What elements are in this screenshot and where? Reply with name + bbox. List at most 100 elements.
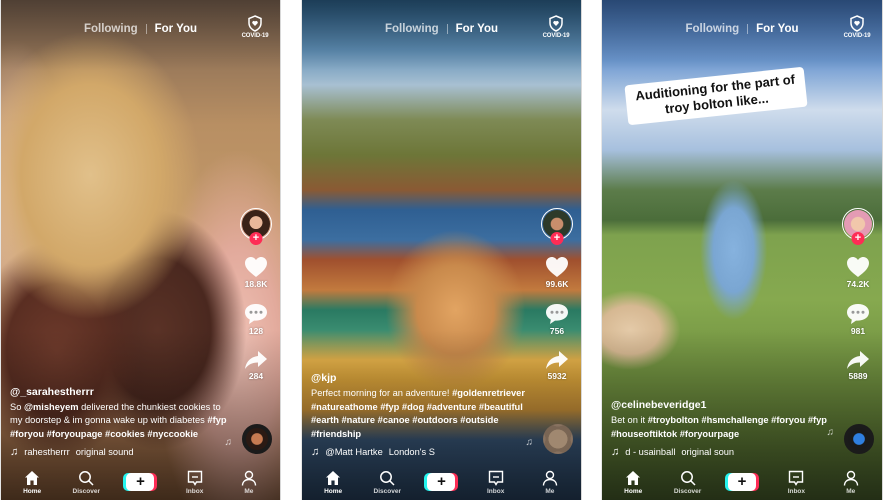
comment-bubble-icon [847, 304, 869, 324]
share-arrow-icon [245, 351, 267, 369]
nav-me[interactable]: Me [831, 470, 871, 495]
phone-screen-2: Following For You COVID-19 + 99.6K 756 5… [301, 0, 582, 500]
tab-following[interactable]: Following [685, 23, 739, 35]
caption-highlight[interactable]: @misheyem [24, 402, 79, 412]
phone-screen-3: Auditioning for the part of troy bolton … [601, 0, 883, 500]
inbox-icon [187, 470, 202, 486]
share-button[interactable]: 5932 [545, 350, 569, 381]
share-count: 5889 [848, 371, 868, 381]
nav-create[interactable]: + [421, 473, 461, 491]
shield-heart-icon [549, 15, 563, 32]
sound-row[interactable]: ♫ @Matt Hartke London's S [311, 446, 531, 458]
like-button[interactable]: 18.8K [244, 256, 268, 289]
covid-button[interactable]: COVID-19 [539, 15, 573, 39]
inbox-icon [488, 470, 503, 486]
comment-bubble-icon [546, 304, 568, 324]
heart-icon [847, 257, 869, 277]
covid-label: COVID-19 [241, 33, 269, 39]
search-icon [79, 470, 94, 486]
covid-button[interactable]: COVID-19 [238, 15, 272, 39]
music-note-icon: ♫ [311, 446, 320, 458]
tab-following[interactable]: Following [385, 23, 439, 35]
tab-for-you[interactable]: For You [756, 23, 798, 35]
sound-disc[interactable] [844, 424, 874, 454]
profile-icon [542, 470, 558, 486]
sound-row[interactable]: ♫ rahestherrr original sound [10, 446, 230, 458]
nav-home[interactable]: Home [613, 470, 653, 495]
comment-count: 756 [549, 326, 565, 336]
music-note-icon: ♫ [10, 446, 19, 458]
nav-inbox[interactable]: Inbox [175, 470, 215, 495]
heart-icon [546, 257, 568, 277]
sound-disc[interactable] [543, 424, 573, 454]
caption-segment: So [10, 401, 24, 412]
inbox-icon [789, 470, 804, 486]
sound-disc[interactable] [242, 424, 272, 454]
like-count: 18.8K [244, 279, 268, 289]
creator-avatar[interactable]: + [842, 208, 874, 245]
action-rail: + 18.8K 128 284 [238, 208, 274, 381]
nav-label: Inbox [486, 487, 505, 495]
tab-following[interactable]: Following [84, 23, 138, 35]
like-button[interactable]: 74.2K [846, 256, 870, 289]
caption-text: Bet on it #troybolton #hsmchallenge #for… [611, 414, 832, 441]
tab-divider [446, 24, 448, 34]
tab-for-you[interactable]: For You [456, 23, 498, 35]
caption-segment: Perfect morning for an adventure! [311, 388, 453, 398]
home-icon [25, 470, 40, 485]
username[interactable]: @celinebeveridge1 [611, 399, 832, 411]
nav-inbox[interactable]: Inbox [776, 470, 816, 495]
nav-create[interactable]: + [120, 473, 160, 491]
username[interactable]: @kjp [311, 372, 531, 384]
caption-block: @celinebeveridge1 Bet on it #troybolton … [611, 399, 832, 458]
creator-avatar[interactable]: + [240, 208, 272, 245]
comment-button[interactable]: 128 [244, 303, 268, 336]
covid-label: COVID-19 [843, 33, 871, 39]
share-button[interactable]: 5889 [846, 350, 870, 381]
nav-label: Discover [673, 487, 702, 495]
share-arrow-icon [546, 351, 568, 369]
nav-label: Discover [72, 487, 101, 495]
nav-inbox[interactable]: Inbox [476, 470, 516, 495]
creator-avatar[interactable]: + [541, 208, 573, 245]
follow-plus-icon[interactable]: + [851, 232, 865, 245]
nav-me[interactable]: Me [530, 470, 570, 495]
tab-for-you[interactable]: For You [155, 23, 197, 35]
create-button[interactable]: + [123, 473, 158, 491]
nav-discover[interactable]: Discover [66, 470, 106, 495]
plus-icon: + [727, 473, 756, 491]
like-count: 74.2K [846, 279, 870, 289]
sound-title: original soun [681, 447, 735, 457]
nav-home[interactable]: Home [12, 470, 52, 495]
covid-button[interactable]: COVID-19 [840, 15, 874, 39]
caption-block: @_sarahestherrr So @misheyem delivered t… [10, 386, 230, 459]
bottom-nav: Home Discover + Inbox Me [302, 464, 581, 500]
comment-button[interactable]: 981 [846, 303, 870, 336]
music-note-icon: ♫ [611, 446, 620, 458]
sound-row[interactable]: ♫ d - usainball original soun [611, 446, 832, 458]
nav-label: Inbox [787, 487, 806, 495]
follow-plus-icon[interactable]: + [550, 232, 564, 245]
username[interactable]: @_sarahestherrr [10, 386, 230, 398]
nav-home[interactable]: Home [313, 470, 353, 495]
like-button[interactable]: 99.6K [545, 256, 569, 289]
home-icon [326, 470, 341, 485]
nav-me[interactable]: Me [229, 470, 269, 495]
follow-plus-icon[interactable]: + [249, 232, 263, 245]
create-button[interactable]: + [424, 473, 459, 491]
search-icon [680, 470, 696, 486]
bottom-nav: Home Discover + Inbox Me [602, 464, 882, 500]
share-button[interactable]: 284 [244, 350, 268, 381]
sound-author: d - usainball [625, 447, 676, 457]
caption-text: Perfect morning for an adventure! #golde… [311, 387, 531, 441]
search-icon [380, 470, 395, 486]
nav-label: Discover [373, 487, 402, 495]
nav-label: Me [846, 487, 856, 495]
nav-discover[interactable]: Discover [668, 470, 708, 495]
comment-bubble-icon [245, 304, 267, 324]
nav-discover[interactable]: Discover [367, 470, 407, 495]
nav-create[interactable]: + [722, 473, 762, 491]
share-count: 284 [248, 371, 264, 381]
create-button[interactable]: + [724, 473, 759, 491]
comment-button[interactable]: 756 [545, 303, 569, 336]
